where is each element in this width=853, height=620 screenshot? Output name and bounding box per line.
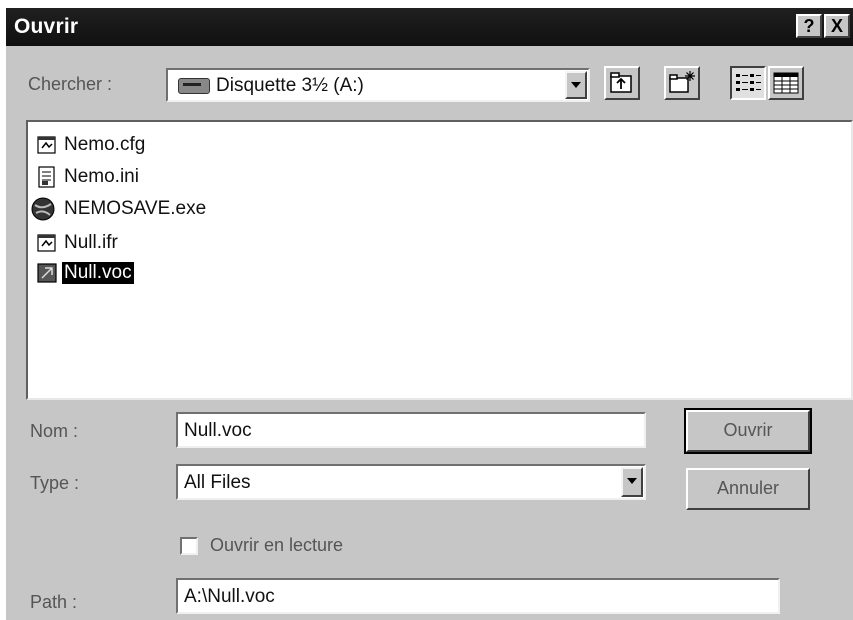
- list-item[interactable]: Null.ifr: [36, 230, 120, 256]
- list-view-icon: [736, 74, 761, 91]
- up-folder-icon: [610, 72, 632, 93]
- config-file-icon: [37, 234, 56, 252]
- path-label: Path :: [30, 592, 78, 612]
- title-bar: Ouvrir ? X: [6, 8, 853, 46]
- lookin-combo[interactable]: Disquette 3½ (A:): [166, 68, 590, 102]
- file-name: Null.voc: [62, 262, 134, 284]
- filename-value: Null.voc: [184, 420, 252, 441]
- list-view-button[interactable]: [730, 66, 766, 100]
- chevron-down-icon[interactable]: [621, 467, 643, 497]
- readonly-label: Ouvrir en lecture: [210, 535, 344, 555]
- new-folder-icon: [669, 71, 695, 93]
- close-button[interactable]: X: [824, 14, 850, 38]
- help-button[interactable]: ?: [796, 14, 822, 38]
- config-file-icon: [37, 136, 56, 154]
- open-file-dialog: Ouvrir ? X Chercher : Disquette 3½ (A:): [6, 8, 853, 620]
- lookin-label: Chercher :: [28, 74, 113, 94]
- file-name: NEMOSAVE.exe: [64, 198, 207, 219]
- file-name: Null.ifr: [64, 232, 118, 253]
- filetype-label: Type :: [30, 473, 80, 493]
- list-item[interactable]: Nemo.ini: [36, 164, 141, 190]
- details-view-button[interactable]: [768, 66, 804, 100]
- new-folder-button[interactable]: [664, 66, 700, 100]
- file-name: Nemo.ini: [64, 166, 139, 187]
- up-folder-button[interactable]: [604, 66, 640, 100]
- details-view-icon: [773, 72, 799, 94]
- window-title: Ouvrir: [14, 15, 79, 38]
- readonly-checkbox[interactable]: [180, 537, 198, 555]
- open-button[interactable]: Ouvrir: [684, 408, 812, 454]
- voc-file-icon: [37, 263, 57, 283]
- filetype-combo[interactable]: All Files: [176, 464, 646, 500]
- chevron-down-icon[interactable]: [565, 71, 587, 99]
- list-item[interactable]: NEMOSAVE.exe: [30, 196, 208, 222]
- floppy-drive-icon: [178, 78, 210, 94]
- list-item[interactable]: Nemo.cfg: [36, 132, 147, 158]
- path-input[interactable]: A:\Null.voc: [176, 578, 780, 614]
- exe-file-icon: [31, 197, 55, 221]
- path-value: A:\Null.voc: [184, 586, 275, 607]
- filetype-value: All Files: [184, 472, 251, 493]
- ini-file-icon: [38, 166, 55, 188]
- filename-label: Nom :: [30, 421, 79, 441]
- lookin-value: Disquette 3½ (A:): [216, 75, 364, 96]
- file-list[interactable]: Nemo.cfg Nemo.ini NEMOSAVE.exe Null.ifr …: [26, 120, 853, 400]
- cancel-button[interactable]: Annuler: [686, 468, 810, 510]
- filename-input[interactable]: Null.voc: [176, 412, 646, 448]
- file-name: Nemo.cfg: [64, 134, 146, 155]
- list-item-selected[interactable]: Null.voc: [36, 260, 134, 286]
